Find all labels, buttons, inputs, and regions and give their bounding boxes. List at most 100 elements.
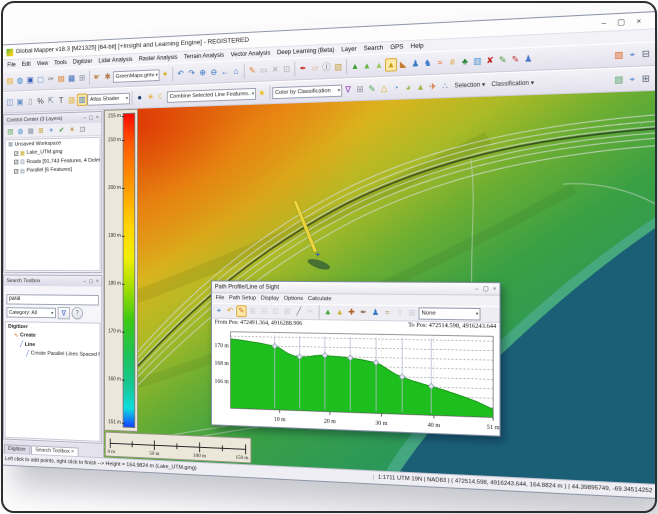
menu-search[interactable]: Search [364,44,384,52]
zoom-to-layer-icon[interactable]: ⌖ [46,125,55,136]
document-icon[interactable]: ▯ [25,95,35,108]
open-file-icon[interactable]: ▤ [5,75,15,88]
digitizer-action-combo[interactable]: Combine Selected Line Features...▾ [167,87,256,102]
selection-dropdown[interactable]: Selection ▾ [451,81,488,90]
select-rect-icon[interactable]: ▭ [258,64,269,77]
panel-minimize-button[interactable]: – [83,278,86,284]
grid3-icon[interactable]: ⊡ [270,306,281,318]
panel-float-button[interactable]: ▢ [89,278,94,284]
dialog-close-button[interactable]: × [493,286,497,292]
text-label-icon[interactable]: T [56,94,66,107]
sun-icon[interactable]: ☀ [145,91,156,104]
duplicate-layer-icon[interactable]: ⊞ [36,125,45,136]
redo-view-icon[interactable]: ↷ [186,67,197,80]
menu-lidar-analysis[interactable]: Lidar Analysis [99,56,133,64]
night-globe-icon[interactable]: ● [134,91,145,104]
close-layer-icon[interactable]: ◍ [16,126,25,137]
magnifier-icon[interactable]: ⌖ [626,72,639,86]
search-results-tree[interactable]: Digitizer✎Create╱Line╱Create Parallel Li… [5,321,101,442]
shader-combo[interactable]: Atlas Shader▾ [87,92,130,105]
category-combo[interactable]: Category: All ▾ [6,307,56,318]
classification-dropdown[interactable]: Classification ▾ [488,79,537,88]
pie-chart2-icon[interactable]: ◕ [402,81,414,95]
layer-tree[interactable]: ▦Unsaved Workspace✓▦Lake_UTM.gmg✓▤Roads … [5,137,101,271]
edit-path-icon[interactable]: ✎ [236,305,246,317]
new-view-icon[interactable]: ▣ [15,96,25,109]
paint-red-icon[interactable]: ✎ [509,53,522,67]
zoom-search-icon[interactable]: ⌖ [626,47,639,62]
digitizer-pencil-icon[interactable]: ✎ [247,64,258,77]
save-icon[interactable]: ▣ [25,74,35,87]
lidar-grid-icon[interactable]: ⊞ [354,83,366,97]
dialog-menu-path-setup[interactable]: Path Setup [229,295,256,301]
globe-icon[interactable]: ◍ [15,74,25,87]
map-view[interactable]: 215 m210 m200 m190 m180 m170 m160 m151 m… [104,91,656,484]
moon-icon[interactable]: ☾ [156,90,167,103]
path-wave-icon[interactable]: ≈ [382,307,393,319]
cut-icon[interactable]: ✂ [305,306,316,318]
map-window-icon[interactable]: ▢ [35,73,45,86]
fly-through-icon[interactable]: ♞ [422,56,434,70]
favorite-star-icon[interactable]: ★ [256,86,267,99]
pan-hand-icon[interactable]: ☛ [92,71,103,84]
favorite-icon[interactable]: ✦ [160,68,171,81]
one-to-one-icon[interactable]: ⇱ [46,95,56,108]
dialog-minimize-button[interactable]: – [475,286,478,292]
delete-feature-icon[interactable]: ✕ [269,63,280,76]
menu-vector-analysis[interactable]: Vector Analysis [231,50,271,59]
filter-funnel-icon[interactable]: ∇ [342,83,354,97]
close-button[interactable]: × [636,16,641,26]
path-profile-dialog[interactable]: Path Profile/Line of Sight –▢× FilePath … [211,280,501,436]
binary-grid-icon[interactable]: ⊟ [639,47,653,62]
pen-icon[interactable]: ✒ [358,307,369,319]
zoom-fit-icon[interactable]: ⌖ [214,305,224,317]
road-icon[interactable]: ≈ [434,56,446,70]
dialog-menu-options[interactable]: Options [284,296,303,302]
scatter-icon[interactable]: ∴ [439,79,451,93]
brush-icon[interactable]: ✒ [297,62,309,75]
view-shed-icon[interactable]: ♟ [409,57,421,71]
workspace-combo[interactable]: GreenMaps.gmw▾ [113,69,160,83]
grid1-icon[interactable]: ⊞ [248,305,258,317]
tools-icon[interactable]: ✑ [46,73,56,86]
shader-chart-icon[interactable]: ▥ [77,93,87,106]
menu-view[interactable]: View [37,60,48,67]
dialog-maximize-button[interactable]: ▢ [483,286,489,292]
slope-icon[interactable]: ╱ [293,306,304,318]
menu-layer[interactable]: Layer [341,46,356,54]
lidar-edit-icon[interactable]: ✎ [366,82,378,96]
undo-icon[interactable]: ↶ [225,305,235,317]
los-combo[interactable]: None▾ [418,307,480,320]
eraser-icon[interactable]: ▱ [309,61,321,75]
percent-zoom-icon[interactable]: % [35,95,45,108]
copy-icon[interactable]: ⊞ [406,307,417,319]
layers-list-icon[interactable]: ▤ [56,72,66,85]
menu-file[interactable]: File [7,62,15,69]
dialog-menu-display[interactable]: Display [261,296,279,302]
menu-help[interactable]: Help [411,42,424,50]
panel-close-button[interactable]: × [96,278,99,284]
swatch-icon[interactable]: ▧ [332,60,344,74]
metadata-icon[interactable]: ▦ [26,125,35,136]
watershed-icon[interactable]: ◣ [397,57,409,71]
menu-edit[interactable]: Edit [22,61,31,68]
chart-yellow-icon[interactable]: ▥ [66,94,76,107]
filter-funnel-button[interactable]: ∇ [58,307,70,319]
create-terrain-icon[interactable]: ▲ [349,60,361,74]
paint-green-icon[interactable]: ✎ [496,53,509,67]
info-icon[interactable]: Ⓘ [321,61,333,75]
control-center-icon[interactable]: ▦ [66,72,76,85]
delete-x-icon[interactable]: ✘ [484,54,497,68]
terrain-green-icon[interactable]: ▲ [323,306,334,318]
zoom-out-icon[interactable]: ⊖ [208,66,219,79]
open-layer-icon[interactable]: ▤ [6,126,15,137]
flight-path-icon[interactable]: ✈ [427,80,439,94]
flatten-terrain-icon[interactable]: ▲ [373,58,385,72]
layer-options-icon[interactable]: ☀ [67,124,77,135]
find-data-icon[interactable]: ⊞ [77,72,87,85]
panel-close-button[interactable]: × [96,114,99,120]
tree-item-parallel-6-features[interactable]: ✓▤Parallel [6 Features] [6,165,100,176]
grid2-icon[interactable]: ⊟ [259,305,269,317]
elevation-profile-chart[interactable]: 170 m168 m166 m10 m20 m30 m40 m51 m [212,328,500,435]
minimize-button[interactable]: – [602,18,607,28]
